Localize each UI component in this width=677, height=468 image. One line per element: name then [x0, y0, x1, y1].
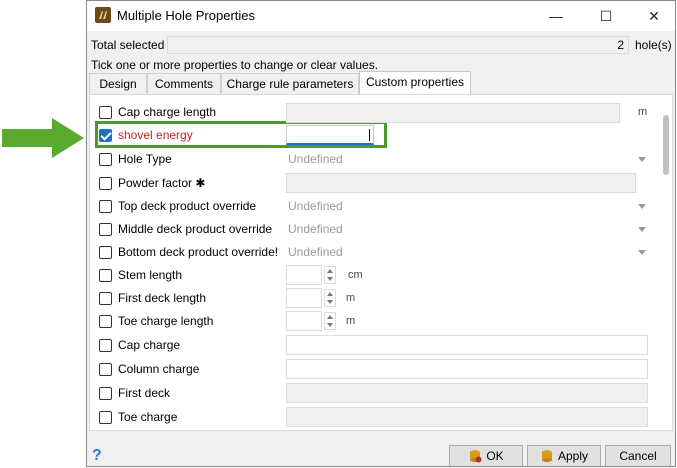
bottom-deck-value: Undefined — [288, 245, 343, 259]
tab-charge-rule-parameters[interactable]: Charge rule parameters — [221, 73, 359, 94]
unit-toe-charge-length: m — [346, 315, 356, 327]
hole-type-select[interactable]: Undefined — [286, 150, 648, 170]
apply-label: Apply — [557, 449, 589, 463]
toe-charge-input[interactable] — [286, 407, 648, 427]
checkbox-bottom-deck-override[interactable] — [99, 246, 112, 259]
checkbox-hole-type[interactable] — [99, 153, 112, 166]
chevron-down-icon — [638, 157, 646, 162]
checkbox-first-deck[interactable] — [99, 387, 112, 400]
stem-length-stepper[interactable] — [286, 265, 342, 285]
checkbox-cap-charge[interactable] — [99, 339, 112, 352]
tab-comments[interactable]: Comments — [147, 73, 221, 94]
vertical-scrollbar[interactable] — [662, 99, 670, 429]
cap-charge-length-input[interactable] — [286, 103, 620, 123]
label-column-charge: Column charge — [118, 362, 200, 376]
label-top-deck-override: Top deck product override — [118, 199, 257, 213]
hint-text: Tick one or more properties to change or… — [91, 58, 379, 72]
label-toe-charge-length: Toe charge length — [118, 314, 214, 328]
checkbox-powder-factor[interactable] — [99, 177, 112, 190]
window-title: Multiple Hole Properties — [117, 8, 256, 23]
label-toe-charge: Toe charge — [118, 410, 178, 424]
cancel-button[interactable]: Cancel — [605, 445, 671, 466]
unit-cap-charge-length: m — [638, 106, 648, 118]
toe-charge-length-stepper[interactable] — [286, 311, 342, 331]
spin-down-icon[interactable] — [327, 277, 333, 281]
tab-design[interactable]: Design — [89, 73, 147, 94]
label-stem-length: Stem length — [118, 268, 183, 282]
powder-factor-text: Powder factor — [118, 176, 193, 190]
middle-deck-value: Undefined — [288, 222, 343, 236]
spin-down-icon[interactable] — [327, 300, 333, 304]
column-charge-input[interactable] — [286, 359, 648, 379]
label-first-deck: First deck — [118, 386, 171, 400]
spin-up-icon[interactable] — [327, 315, 333, 319]
top-deck-value: Undefined — [288, 199, 343, 213]
top-deck-select[interactable]: Undefined — [286, 197, 648, 217]
checkbox-top-deck-override[interactable] — [99, 200, 112, 213]
help-icon[interactable]: ? — [92, 447, 102, 465]
label-cap-charge-length: Cap charge length — [118, 105, 217, 119]
properties-panel: Cap charge length m shovel energy Hole T… — [89, 94, 673, 431]
ok-button[interactable]: OK — [449, 445, 523, 466]
checkbox-stem-length[interactable] — [99, 269, 112, 282]
total-selected-label: Total selected — [91, 38, 165, 52]
apply-button[interactable]: Apply — [527, 445, 601, 466]
total-selected-unit: hole(s) — [635, 38, 672, 52]
maximize-button[interactable]: ☐ — [583, 1, 629, 31]
asterisk-icon: ✱ — [195, 176, 206, 190]
minimize-button[interactable]: — — [533, 1, 579, 31]
tab-custom-properties[interactable]: Custom properties — [359, 71, 471, 95]
label-cap-charge: Cap charge — [118, 338, 181, 352]
label-bottom-deck-override: Bottom deck product override! — [118, 245, 279, 259]
chevron-down-icon — [638, 227, 646, 232]
label-powder-factor: Powder factor ✱ — [118, 176, 205, 190]
dialog-window: Multiple Hole Properties — ☐ ✕ Total sel… — [86, 0, 676, 467]
unit-stem-length: cm — [348, 269, 363, 281]
checkbox-shovel-energy[interactable] — [99, 129, 112, 142]
label-shovel-energy: shovel energy — [118, 128, 193, 142]
powder-factor-input[interactable] — [286, 173, 636, 193]
spin-up-icon[interactable] — [327, 269, 333, 273]
total-selected-value: 2 — [167, 36, 629, 54]
spin-down-icon[interactable] — [327, 323, 333, 327]
middle-deck-select[interactable]: Undefined — [286, 220, 648, 240]
label-first-deck-length: First deck length — [118, 291, 207, 305]
title-bar: Multiple Hole Properties — ☐ ✕ — [87, 1, 675, 31]
chevron-down-icon — [638, 204, 646, 209]
first-deck-length-stepper[interactable] — [286, 288, 342, 308]
checkbox-first-deck-length[interactable] — [99, 292, 112, 305]
shovel-energy-input[interactable] — [286, 125, 374, 145]
cap-charge-input[interactable] — [286, 335, 648, 355]
first-deck-input[interactable] — [286, 383, 648, 403]
label-middle-deck-override: Middle deck product override — [118, 222, 273, 236]
checkbox-cap-charge-length[interactable] — [99, 106, 112, 119]
text-cursor — [369, 129, 370, 141]
hole-type-value: Undefined — [288, 152, 343, 166]
checkbox-toe-charge-length[interactable] — [99, 315, 112, 328]
bottom-deck-select[interactable]: Undefined — [286, 243, 648, 263]
database-icon — [470, 450, 482, 463]
ok-label: OK — [486, 449, 504, 463]
close-button[interactable]: ✕ — [631, 1, 675, 31]
chevron-down-icon — [638, 250, 646, 255]
label-hole-type: Hole Type — [118, 152, 172, 166]
app-logo-icon — [95, 7, 111, 23]
annotation-arrow-icon — [2, 118, 84, 158]
spin-up-icon[interactable] — [327, 292, 333, 296]
unit-first-deck-length: m — [346, 292, 356, 304]
checkbox-middle-deck-override[interactable] — [99, 223, 112, 236]
checkbox-toe-charge[interactable] — [99, 411, 112, 424]
scrollbar-thumb[interactable] — [663, 115, 669, 175]
database-icon — [541, 450, 552, 462]
checkbox-column-charge[interactable] — [99, 363, 112, 376]
